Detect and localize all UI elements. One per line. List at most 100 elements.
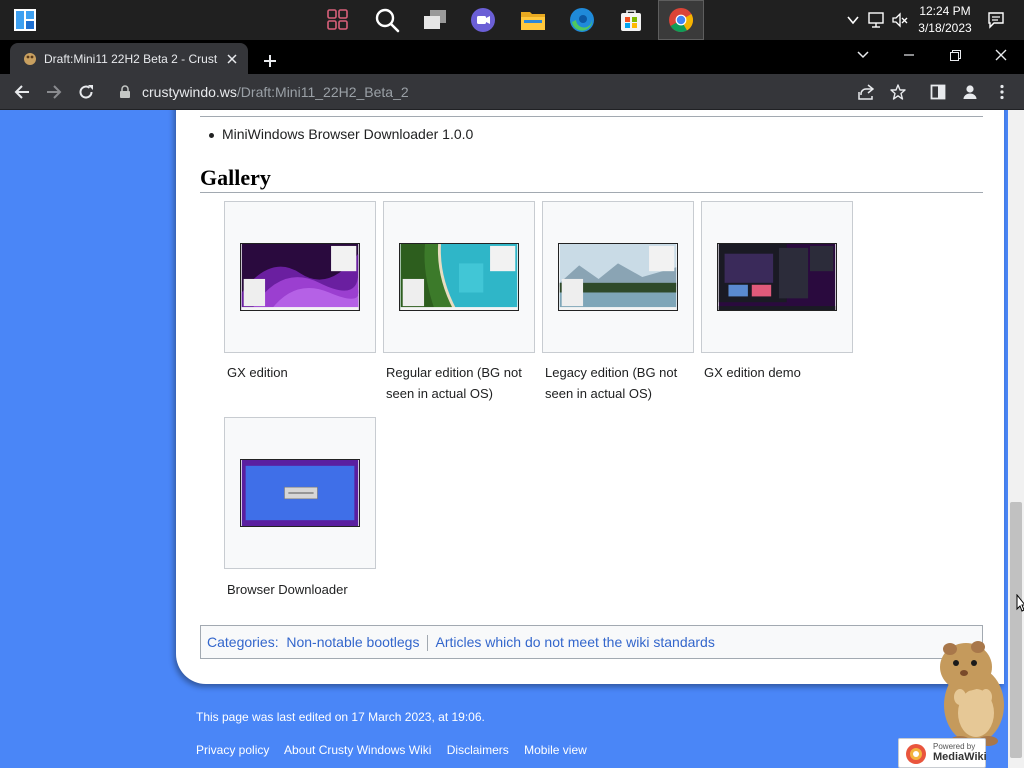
scrollbar-thumb[interactable]: [1010, 502, 1022, 758]
gallery-caption: GX edition demo: [704, 365, 801, 380]
gallery-caption: Browser Downloader: [227, 582, 348, 597]
footer-link-about[interactable]: About Crusty Windows Wiki: [284, 743, 431, 757]
gallery-caption: Regular edition (BG not seen in actual O…: [386, 365, 522, 401]
search-icon: [375, 8, 400, 33]
store-icon: [621, 10, 641, 31]
browser-downloader-thumbnail[interactable]: [240, 459, 360, 527]
divider: [427, 635, 429, 652]
regular-edition-thumbnail[interactable]: [399, 243, 519, 311]
teams-chat-button[interactable]: [460, 0, 506, 40]
page-scrollbar[interactable]: [1008, 110, 1024, 768]
gallery-caption: GX edition: [227, 365, 288, 380]
gx-edition-demo-thumbnail[interactable]: [717, 243, 837, 311]
teams-chat-icon: [471, 8, 495, 32]
notification-icon: [988, 12, 1004, 29]
close-window-button[interactable]: [978, 40, 1024, 70]
edge-button[interactable]: [559, 0, 605, 40]
powered-by-mediawiki-badge[interactable]: Powered by MediaWiki: [898, 738, 987, 768]
url-text: crustywindo.ws/Draft:Mini11_22H2_Beta_2: [142, 84, 409, 100]
show-hidden-icons-button[interactable]: [843, 10, 863, 30]
taskbar: 12:24 PM 3/18/2023: [0, 0, 1024, 40]
search-button[interactable]: [364, 0, 410, 40]
profile-icon: [963, 85, 977, 99]
minimize-icon: [904, 54, 914, 56]
restore-icon: [949, 49, 961, 61]
profile-button[interactable]: [956, 78, 984, 106]
minimize-button[interactable]: [886, 40, 932, 70]
url-path: /Draft:Mini11_22H2_Beta_2: [236, 84, 409, 100]
share-button[interactable]: [852, 78, 880, 106]
chrome-icon: [669, 8, 694, 33]
list-item: MiniWindows Browser Downloader 1.0.0: [222, 126, 474, 142]
footer-link-disclaimers[interactable]: Disclaimers: [447, 743, 509, 757]
star-icon: [890, 84, 906, 100]
category-links: Categories: Non-notable bootlegs Articles…: [200, 625, 983, 659]
tab-close-button[interactable]: [224, 51, 240, 67]
divider: [200, 192, 983, 193]
speaker-muted-icon: [892, 12, 908, 28]
footer-links: Privacy policy About Crusty Windows Wiki…: [196, 742, 599, 758]
close-icon: [227, 54, 237, 64]
gallery-caption: Legacy edition (BG not seen in actual OS…: [545, 365, 678, 401]
start-button[interactable]: [2, 0, 48, 40]
badge-bottom-text: MediaWiki: [933, 751, 987, 763]
url-domain: crustywindo.ws: [142, 84, 237, 100]
page-viewport: MiniWindows Browser Downloader 1.0.0 Gal…: [0, 110, 1008, 768]
lock-icon: [120, 85, 130, 98]
chevron-down-icon: [857, 51, 869, 59]
tab-search-button[interactable]: [840, 40, 886, 70]
back-button[interactable]: [8, 78, 36, 106]
clock-time: 12:24 PM: [919, 4, 971, 18]
volume-tray-button[interactable]: [890, 10, 910, 30]
network-tray-button[interactable]: [866, 10, 886, 30]
gallery-item-gx-edition-demo[interactable]: [701, 201, 853, 353]
folder-icon: [521, 12, 545, 30]
chevron-up-icon: [847, 16, 859, 25]
mouse-cursor-icon: [1016, 594, 1024, 612]
gallery-heading: Gallery: [200, 165, 271, 190]
badge-top-text: Powered by: [933, 742, 976, 751]
store-button[interactable]: [608, 0, 654, 40]
network-icon: [868, 12, 884, 28]
tray-clock[interactable]: 12:24 PM 3/18/2023: [910, 3, 980, 37]
close-icon: [995, 49, 1007, 61]
gallery-item-regular-edition[interactable]: [383, 201, 535, 353]
side-panel-button[interactable]: [924, 78, 952, 106]
new-tab-button[interactable]: [256, 47, 284, 75]
category-non-notable-bootlegs[interactable]: Non-notable bootlegs: [286, 634, 419, 650]
gx-edition-thumbnail[interactable]: [240, 243, 360, 311]
categories-link[interactable]: Categories: [207, 634, 275, 650]
restore-button[interactable]: [932, 40, 978, 70]
widgets-button[interactable]: [315, 0, 361, 40]
gallery-item-browser-downloader[interactable]: [224, 417, 376, 569]
chrome-menu-button[interactable]: [988, 78, 1016, 106]
edge-icon: [570, 8, 594, 32]
reload-icon: [79, 85, 93, 99]
tab-title: Draft:Mini11 22H2 Beta 2 - Crust: [44, 52, 218, 66]
hamster-mascot-icon: [940, 641, 1004, 746]
notification-center-button[interactable]: [986, 10, 1006, 30]
gallery-item-legacy-edition[interactable]: [542, 201, 694, 353]
browser-tab[interactable]: Draft:Mini11 22H2 Beta 2 - Crust: [10, 43, 248, 74]
file-explorer-button[interactable]: [510, 0, 556, 40]
kebab-menu-icon: [1000, 84, 1004, 100]
bookmark-button[interactable]: [884, 78, 912, 106]
footer-link-privacy[interactable]: Privacy policy: [196, 743, 269, 757]
side-panel-icon: [930, 84, 946, 100]
chrome-button[interactable]: [658, 0, 704, 40]
address-bar[interactable]: crustywindo.ws/Draft:Mini11_22H2_Beta_2: [110, 77, 844, 107]
browser-toolbar: crustywindo.ws/Draft:Mini11_22H2_Beta_2: [0, 74, 1024, 110]
gallery-item-gx-edition[interactable]: [224, 201, 376, 353]
footer-link-mobile-view[interactable]: Mobile view: [524, 743, 587, 757]
divider: [200, 116, 983, 117]
article-content: MiniWindows Browser Downloader 1.0.0 Gal…: [176, 110, 1004, 684]
mediawiki-logo-icon: [906, 744, 926, 764]
legacy-edition-thumbnail[interactable]: [558, 243, 678, 311]
windows-logo-icon: [14, 9, 36, 31]
task-view-button[interactable]: [412, 0, 458, 40]
favicon-icon: [24, 53, 36, 65]
reload-button[interactable]: [72, 78, 100, 106]
forward-button[interactable]: [40, 78, 68, 106]
bullet-icon: [209, 133, 214, 138]
category-articles-not-meeting-standards[interactable]: Articles which do not meet the wiki stan…: [435, 634, 714, 650]
